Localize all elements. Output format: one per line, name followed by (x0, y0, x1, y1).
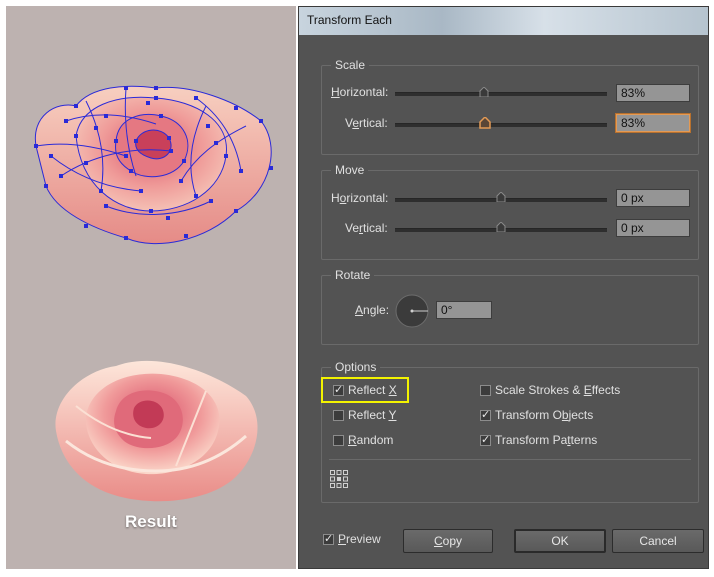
scale-vertical-label: Vertical: (345, 116, 388, 130)
reflect-y-checkbox[interactable] (333, 410, 344, 421)
move-horizontal-slider-thumb[interactable] (496, 192, 506, 202)
reference-point-locator-icon[interactable] (329, 469, 349, 489)
preview-label[interactable]: Preview (338, 532, 381, 546)
move-legend: Move (331, 163, 369, 177)
scale-horizontal-slider-thumb[interactable] (479, 87, 489, 97)
scale-vertical-input[interactable]: 83% (616, 114, 690, 132)
artboard-panel: Result (6, 6, 296, 569)
transform-objects-label[interactable]: Transform Objects (495, 408, 593, 422)
rotate-angle-label: Angle: (355, 303, 390, 317)
transform-objects-checkbox[interactable] (480, 408, 491, 421)
copy-button[interactable]: Copy (403, 529, 493, 553)
rose-result-artwork (55, 360, 258, 502)
options-separator (329, 459, 691, 460)
reflect-y-label[interactable]: Reflect Y (348, 408, 396, 422)
scale-strokes-effects-checkbox[interactable] (480, 385, 491, 396)
move-group (321, 170, 699, 260)
scale-legend: Scale (331, 58, 370, 72)
options-legend: Options (331, 360, 381, 374)
random-checkbox[interactable] (333, 435, 344, 446)
scale-vertical-slider-track[interactable] (395, 123, 607, 127)
scale-vertical-slider-thumb[interactable] (479, 117, 491, 129)
scale-group (321, 65, 699, 155)
scale-horizontal-input[interactable]: 83% (616, 84, 690, 102)
move-vertical-label: Vertical: (345, 221, 388, 235)
ok-button[interactable]: OK (514, 529, 606, 553)
scale-horizontal-slider-track[interactable] (395, 92, 607, 96)
transform-each-dialog: Transform Each Scale Horizontal: 83% Ver… (298, 6, 709, 569)
dialog-body: Scale Horizontal: 83% Vertical: 83% Move… (305, 35, 704, 562)
scale-strokes-effects-label[interactable]: Scale Strokes & Effects (495, 383, 620, 397)
move-vertical-input[interactable]: 0 px (616, 219, 690, 237)
rotate-angle-input[interactable]: 0° (436, 301, 492, 319)
dialog-title: Transform Each (307, 13, 392, 27)
move-horizontal-input[interactable]: 0 px (616, 189, 690, 207)
move-vertical-slider-thumb[interactable] (496, 222, 506, 232)
random-label[interactable]: Random (348, 433, 393, 447)
angle-dial-icon[interactable] (395, 294, 429, 328)
transform-patterns-label[interactable]: Transform Patterns (495, 433, 597, 447)
reflect-x-checkbox[interactable] (333, 383, 344, 396)
rose-selected-artwork[interactable] (6, 6, 296, 256)
reflect-x-label[interactable]: Reflect X (348, 383, 397, 397)
scale-horizontal-label: Horizontal: (331, 85, 389, 99)
cancel-button[interactable]: Cancel (612, 529, 704, 553)
result-label: Result (125, 512, 177, 531)
preview-checkbox[interactable] (323, 532, 334, 545)
transform-patterns-checkbox[interactable] (480, 433, 491, 446)
dialog-titlebar[interactable]: Transform Each (299, 7, 708, 35)
move-horizontal-label: Horizontal: (331, 191, 389, 205)
rotate-legend: Rotate (331, 268, 375, 282)
